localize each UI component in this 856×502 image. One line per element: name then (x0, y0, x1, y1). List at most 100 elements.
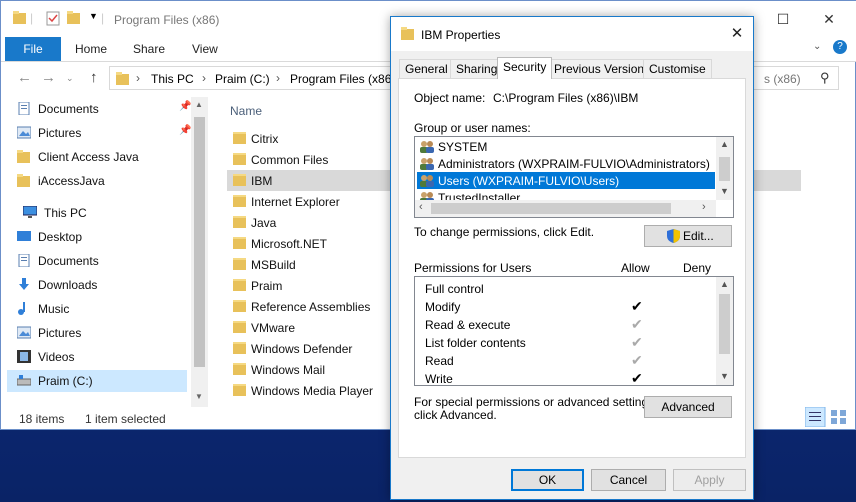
back-arrow-icon[interactable]: ← (17, 69, 32, 86)
details-view-icon[interactable] (805, 407, 826, 427)
group-names-label: Group or user names: (414, 121, 531, 135)
nav-scrollbar[interactable]: ▲ ▼ (191, 97, 208, 407)
customize-quick-access-icon[interactable]: ▼ (89, 11, 98, 21)
permissions-list: Full control Modify ✔ Read & execute ✔ List f… (414, 276, 734, 386)
file-item[interactable]: Java (227, 212, 391, 233)
group-list-item[interactable]: Administrators (WXPRAIM-FULVIO\Administr… (417, 155, 715, 172)
scroll-up-icon[interactable]: ▲ (716, 279, 733, 289)
navigation-pane: Documents 📌 Pictures 📌 Client Access Jav… (1, 97, 206, 397)
apply-button[interactable]: Apply (673, 469, 746, 491)
folder-icon (13, 11, 26, 24)
help-icon[interactable]: ? (833, 40, 847, 54)
tab-general[interactable]: General (399, 59, 454, 78)
scroll-down-icon[interactable]: ▼ (716, 186, 733, 196)
nav-item-pictures[interactable]: Pictures (7, 322, 187, 344)
nav-item-pictures-quick[interactable]: Pictures 📌 (7, 122, 191, 144)
advanced-button[interactable]: Advanced (644, 396, 732, 418)
scroll-up-icon[interactable]: ▲ (195, 100, 203, 109)
user-group-icon (420, 175, 434, 187)
tab-sharing[interactable]: Sharing (450, 59, 504, 78)
properties-icon[interactable] (46, 11, 60, 26)
tab-view[interactable]: View (182, 37, 228, 61)
cancel-button[interactable]: Cancel (591, 469, 666, 491)
file-item[interactable]: Windows Mail (227, 359, 391, 380)
recent-locations-icon[interactable]: ⌄ (66, 73, 74, 84)
file-item[interactable]: Windows Media Player (227, 380, 391, 401)
tab-previous-versions[interactable]: Previous Versions (548, 59, 657, 78)
folder-icon (17, 174, 30, 187)
downloads-icon (19, 278, 29, 290)
file-item[interactable]: Citrix (227, 128, 391, 149)
scroll-left-icon[interactable]: ‹ (419, 201, 423, 213)
folder-icon (233, 279, 246, 291)
ribbon-collapse-icon[interactable]: ⌄ (813, 41, 821, 52)
up-arrow-icon[interactable]: ↑ (90, 69, 98, 86)
address-bar[interactable]: › This PC › Praim (C:) › Program Files (… (109, 66, 399, 90)
tab-home[interactable]: Home (65, 37, 117, 61)
file-item[interactable]: MSBuild (227, 254, 391, 275)
pin-icon: 📌 (179, 101, 192, 112)
folder-icon (233, 195, 246, 207)
permissions-vscroll[interactable]: ▲ ▼ (716, 277, 733, 385)
file-item[interactable]: Reference Assemblies (227, 296, 391, 317)
folder-icon (116, 72, 129, 85)
folder-icon (233, 216, 246, 228)
check-inherited-icon: ✔ (631, 334, 643, 350)
file-item[interactable]: Praim (227, 275, 391, 296)
breadcrumb-drive[interactable]: Praim (C:) (215, 72, 270, 86)
nav-item-desktop[interactable]: Desktop (7, 226, 187, 248)
group-list-hscroll[interactable]: ‹ › (415, 200, 716, 217)
large-icons-view-icon[interactable] (831, 410, 846, 424)
dialog-close-button[interactable]: ✕ (725, 23, 749, 45)
separator: | (30, 11, 34, 25)
scroll-thumb[interactable] (194, 117, 205, 367)
scroll-right-icon[interactable]: › (702, 201, 706, 213)
scroll-down-icon[interactable]: ▼ (195, 392, 203, 401)
search-input[interactable]: s (x86) ⚲ (753, 66, 839, 90)
folder-icon (233, 237, 246, 249)
scroll-up-icon[interactable]: ▲ (716, 139, 733, 149)
tab-share[interactable]: Share (123, 37, 175, 61)
group-list[interactable]: SYSTEM Administrators (WXPRAIM-FULVIO\Adm… (414, 136, 734, 218)
breadcrumb-program-files[interactable]: Program Files (x86) (290, 72, 395, 86)
tab-security[interactable]: Security (497, 57, 553, 79)
documents-icon (18, 102, 30, 115)
folder-icon (233, 132, 246, 144)
file-item[interactable]: Windows Defender (227, 338, 391, 359)
dialog-title: IBM Properties (421, 28, 501, 42)
nav-item-documents-quick[interactable]: Documents 📌 (7, 98, 191, 120)
breadcrumb-this-pc[interactable]: This PC (151, 72, 194, 86)
edit-button[interactable]: Edit... (644, 225, 732, 247)
ok-button[interactable]: OK (511, 469, 584, 491)
nav-item-this-pc[interactable]: This PC (0, 202, 175, 224)
object-name-value: C:\Program Files (x86)\IBM (493, 91, 639, 105)
tab-file[interactable]: File (5, 37, 61, 61)
nav-item-videos[interactable]: Videos (7, 346, 187, 368)
nav-item-documents[interactable]: Documents (7, 250, 187, 272)
maximize-button[interactable]: ☐ (768, 7, 798, 31)
file-item[interactable]: Microsoft.NET (227, 233, 391, 254)
tab-customise[interactable]: Customise (643, 59, 712, 78)
nav-item-music[interactable]: Music (7, 298, 187, 320)
nav-item-praim-drive[interactable]: Praim (C:) (7, 370, 187, 392)
nav-item-client-access-java[interactable]: Client Access Java (7, 146, 187, 168)
object-name-label: Object name: (414, 91, 486, 105)
file-item[interactable]: Internet Explorer (227, 191, 391, 212)
folder-icon (233, 384, 246, 396)
music-icon (18, 302, 25, 315)
security-panel: Object name: C:\Program Files (x86)\IBM … (398, 78, 746, 458)
group-list-item[interactable]: Users (WXPRAIM-FULVIO\Users) (417, 172, 715, 189)
group-list-vscroll[interactable]: ▲ ▼ (716, 137, 733, 200)
file-item[interactable]: Common Files (227, 149, 391, 170)
group-list-item[interactable]: SYSTEM (417, 138, 715, 155)
column-header-name[interactable]: Name (230, 104, 262, 118)
scroll-down-icon[interactable]: ▼ (716, 371, 733, 381)
file-item[interactable]: VMware (227, 317, 391, 338)
nav-item-iaccessjava[interactable]: iAccessJava (7, 170, 187, 192)
pin-icon: 📌 (179, 125, 192, 136)
forward-arrow-icon[interactable]: → (41, 69, 56, 86)
new-folder-icon[interactable] (67, 11, 81, 25)
nav-item-downloads[interactable]: Downloads (7, 274, 187, 296)
close-button[interactable]: ✕ (814, 7, 844, 31)
permissions-label: Permissions for Users (414, 261, 532, 275)
